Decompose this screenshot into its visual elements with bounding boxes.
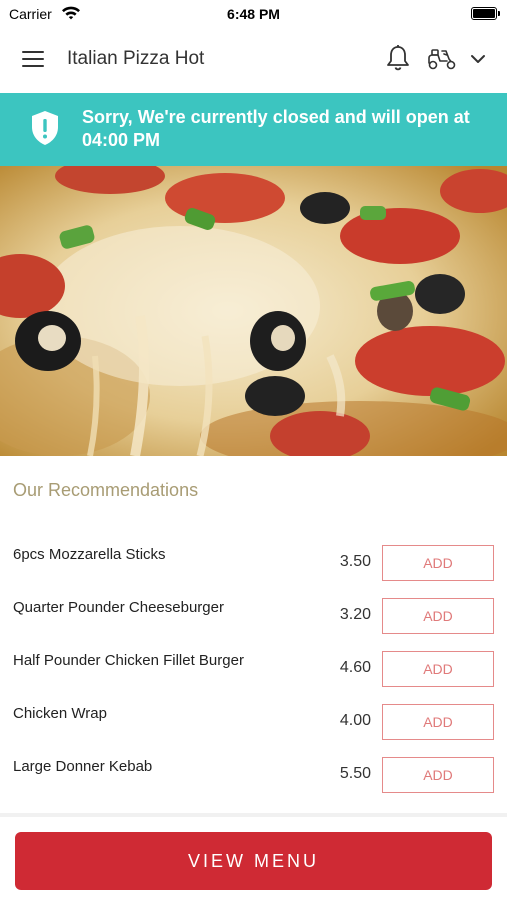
recommendation-item: Quarter Pounder Cheeseburger 3.20 ADD (0, 583, 507, 636)
recommendation-item: Large Donner Kebab 5.50 ADD (0, 742, 507, 795)
delivery-scooter-icon[interactable] (427, 47, 457, 76)
item-price: 4.60 (339, 659, 371, 676)
bottom-action-bar: VIEW MENU (0, 813, 507, 900)
closed-message: Sorry, We're currently closed and will o… (82, 107, 470, 150)
item-name: Chicken Wrap (13, 705, 107, 722)
recommendations-heading: Our Recommendations (13, 480, 199, 500)
add-button[interactable]: ADD (382, 545, 494, 581)
clock: 6:48 PM (227, 6, 280, 22)
item-price: 5.50 (339, 765, 371, 782)
item-price: 3.50 (339, 553, 371, 570)
add-button[interactable]: ADD (382, 651, 494, 687)
notification-bell-icon[interactable] (385, 44, 411, 77)
item-name: Half Pounder Chicken Fillet Burger (13, 652, 244, 669)
status-bar: Carrier 6:48 PM (0, 0, 507, 28)
item-price: 4.00 (339, 712, 371, 729)
recommendation-item: 6pcs Mozzarella Sticks 3.50 ADD (0, 530, 507, 583)
add-button[interactable]: ADD (382, 757, 494, 793)
shield-alert-icon (30, 110, 60, 151)
recommendation-item: Half Pounder Chicken Fillet Burger 4.60 … (0, 636, 507, 689)
item-name: 6pcs Mozzarella Sticks (13, 546, 166, 563)
app-header: Italian Pizza Hot (0, 28, 507, 93)
closed-notice-banner: Sorry, We're currently closed and will o… (0, 93, 507, 166)
battery-icon (471, 7, 500, 20)
add-button[interactable]: ADD (382, 598, 494, 634)
view-menu-button[interactable]: VIEW MENU (15, 832, 492, 890)
item-price: 3.20 (339, 606, 371, 623)
item-name: Large Donner Kebab (13, 758, 153, 775)
hamburger-menu-icon[interactable] (22, 50, 46, 68)
recommendation-item: Chicken Wrap 4.00 ADD (0, 689, 507, 742)
chevron-down-icon[interactable] (470, 52, 486, 70)
item-name: Quarter Pounder Cheeseburger (13, 599, 224, 616)
add-button[interactable]: ADD (382, 704, 494, 740)
restaurant-title: Italian Pizza Hot (67, 48, 205, 69)
pizza-hero-image (0, 166, 507, 456)
